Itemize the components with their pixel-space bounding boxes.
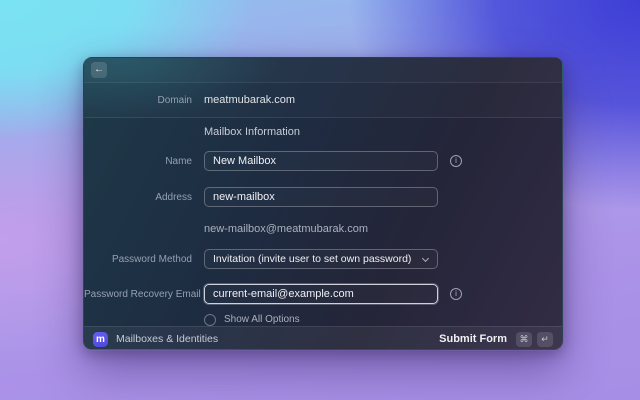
section-title: Mailbox Information [204, 125, 300, 138]
password-recovery-row: Password Recovery Email i [84, 284, 562, 304]
password-recovery-label: Password Recovery Email [84, 288, 201, 300]
show-all-options-toggle[interactable]: Show All Options [204, 313, 438, 326]
domain-value: meatmubarak.com [204, 94, 296, 106]
domain-row: Domain meatmubarak.com [84, 82, 562, 118]
domain-label: Domain [157, 94, 192, 106]
name-field-row: Name i [84, 151, 562, 171]
show-all-options-label: Show All Options [224, 314, 300, 325]
app-logo-icon: m [93, 331, 108, 347]
show-all-options-checkbox[interactable] [204, 313, 216, 326]
app-name: Mailboxes & Identities [116, 333, 219, 345]
password-recovery-info-icon[interactable]: i [450, 288, 462, 300]
address-label: Address [155, 191, 192, 203]
show-all-options-row: Show All Options [84, 313, 562, 326]
submit-form-label: Submit Form [439, 333, 507, 345]
form-content: Mailbox Information Name i Address new-m… [84, 118, 562, 326]
window-header: ← [84, 58, 562, 82]
address-preview-row: new-mailbox@meatmubarak.com [84, 223, 562, 235]
window-footer: m Mailboxes & Identities Submit Form ⌘ ↵ [84, 326, 562, 351]
address-preview: new-mailbox@meatmubarak.com [204, 223, 369, 235]
name-info-icon[interactable]: i [450, 155, 462, 167]
command-key-icon: ⌘ [516, 331, 532, 347]
password-recovery-input[interactable] [204, 284, 438, 304]
address-field-row: Address [84, 187, 562, 207]
password-method-row: Password Method Invitation (invite user … [84, 249, 562, 269]
name-label: Name [165, 155, 192, 167]
mailbox-form-window: ← Domain meatmubarak.com Mailbox Informa… [83, 57, 563, 351]
name-input[interactable] [204, 151, 438, 171]
return-key-icon: ↵ [537, 331, 553, 347]
chevron-down-icon [422, 254, 429, 261]
submit-form-action[interactable]: Submit Form ⌘ ↵ [439, 331, 553, 347]
password-method-label: Password Method [111, 253, 192, 265]
password-method-value: Invitation (invite user to set own passw… [213, 253, 412, 265]
password-method-select[interactable]: Invitation (invite user to set own passw… [204, 249, 438, 269]
address-input[interactable] [204, 187, 438, 207]
back-button[interactable]: ← [91, 62, 107, 78]
